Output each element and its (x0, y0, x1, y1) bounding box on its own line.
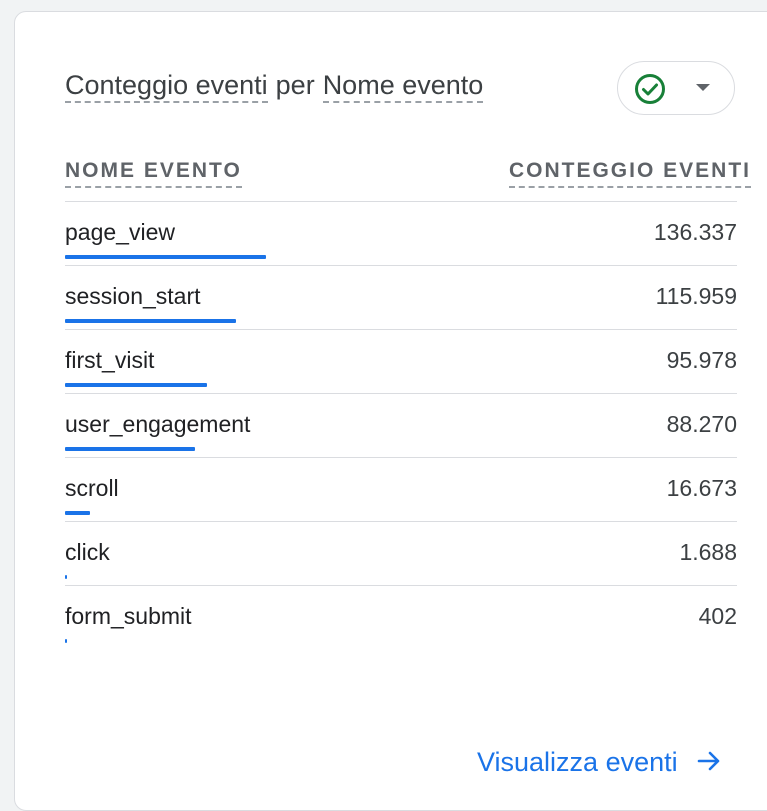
data-quality-dropdown[interactable] (617, 61, 735, 115)
event-count-bar (65, 383, 207, 387)
event-count-bar-track (65, 575, 735, 579)
metric-dimension-label[interactable]: Conteggio eventi (65, 70, 268, 103)
event-count-bar (65, 511, 90, 515)
card-title: Conteggio eventi per Nome evento (65, 67, 484, 103)
events-table-body: page_view 136.337 session_start 115.959 firs… (65, 202, 737, 649)
event-name-cell: user_engagement (65, 411, 251, 437)
event-count-cell: 402 (698, 603, 737, 629)
event-count-bar (65, 639, 67, 643)
table-row[interactable]: first_visit 95.978 (65, 330, 737, 394)
table-row[interactable]: user_engagement 88.270 (65, 394, 737, 458)
event-count-bar (65, 255, 266, 259)
check-circle-icon (635, 74, 665, 104)
view-events-link[interactable]: Visualizza eventi (477, 744, 722, 780)
event-count-bar (65, 319, 236, 323)
event-count-bar (65, 575, 68, 579)
event-name-cell: session_start (65, 283, 201, 309)
table-row[interactable]: click 1.688 (65, 522, 737, 586)
event-count-cell: 115.959 (655, 283, 737, 309)
arrow-right-icon (697, 751, 719, 771)
table-row[interactable]: page_view 136.337 (65, 202, 737, 266)
event-name-cell: form_submit (65, 603, 192, 629)
event-count-cell: 136.337 (653, 219, 737, 245)
column-header-event-count[interactable]: CONTEGGIO EVENTI (508, 157, 751, 188)
event-count-cell: 16.673 (666, 475, 737, 501)
event-name-cell: scroll (65, 475, 119, 501)
event-count-bar-track (65, 255, 735, 259)
title-connector: per (275, 70, 315, 100)
event-count-bar-track (65, 447, 735, 451)
view-events-label: Visualizza eventi (477, 747, 678, 777)
column-header-event-name[interactable]: NOME EVENTO (65, 157, 242, 188)
event-count-bar-track (65, 511, 735, 515)
event-count-cell: 88.270 (666, 411, 737, 437)
events-card: Conteggio eventi per Nome evento NOME EVEN… (14, 11, 767, 811)
event-count-bar-track (65, 383, 735, 387)
event-count-bar (65, 447, 196, 451)
event-count-bar-track (65, 639, 735, 643)
event-count-cell: 1.688 (679, 539, 737, 565)
event-name-cell: page_view (65, 219, 175, 245)
event-count-cell: 95.978 (666, 347, 737, 373)
table-row[interactable]: session_start 115.959 (65, 266, 737, 330)
table-row[interactable]: form_submit 402 (65, 586, 737, 649)
event-name-dimension-label[interactable]: Nome evento (322, 70, 484, 103)
event-name-cell: click (65, 539, 110, 565)
chevron-down-icon (696, 84, 710, 91)
table-row[interactable]: scroll 16.673 (65, 458, 737, 522)
event-count-bar-track (65, 319, 735, 323)
event-name-cell: first_visit (65, 347, 155, 373)
